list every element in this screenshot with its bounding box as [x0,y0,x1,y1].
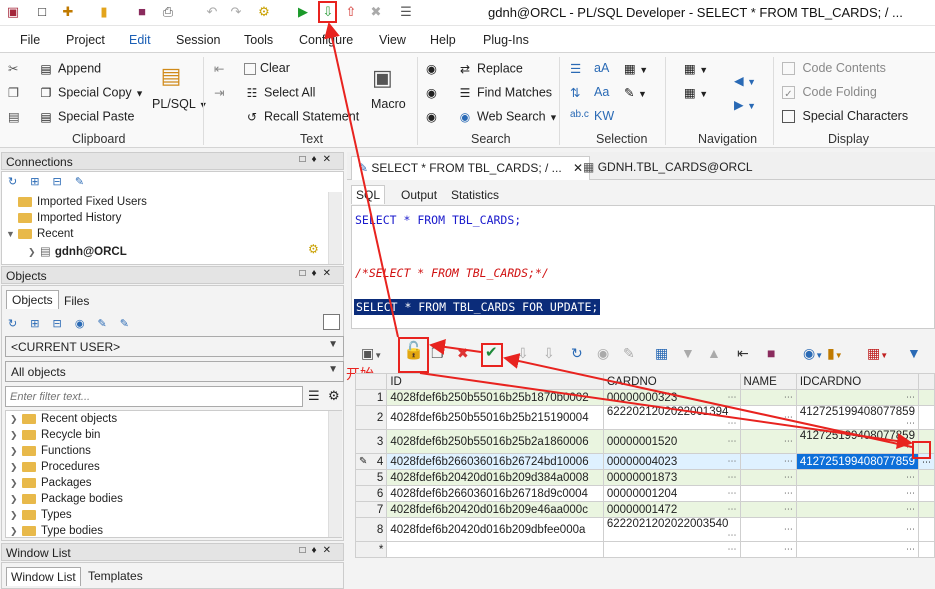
arrow-to-lock [429,339,482,355]
arrow-to-commit [324,22,399,338]
arrow-to-ellipsis [419,372,913,449]
annotation-arrows [324,22,913,449]
